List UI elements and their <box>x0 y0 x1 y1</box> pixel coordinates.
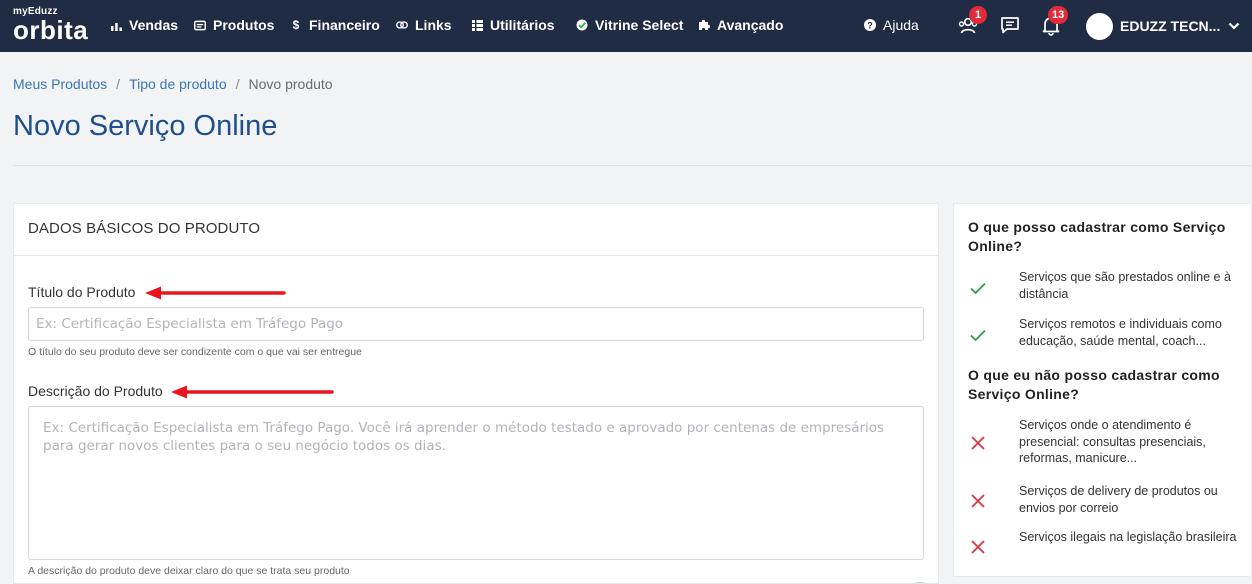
link-icon <box>396 19 408 31</box>
product-title-label: Título do Produto <box>28 284 136 300</box>
can-item-text: Serviços remotos e individuais como educ… <box>1019 317 1222 348</box>
messages-button[interactable] <box>999 14 1021 36</box>
cannot-item-text: Serviços ilegais na legislação brasileir… <box>1019 530 1237 544</box>
nav-vitrine-select[interactable]: Vitrine Select <box>576 16 683 34</box>
nav-produtos-label: Produtos <box>213 17 275 33</box>
bar-chart-icon <box>110 19 122 31</box>
breadcrumb: Meus Produtos / Tipo de produto / Novo p… <box>13 76 333 92</box>
breadcrumb-current: Novo produto <box>248 76 333 92</box>
grid-list-icon <box>471 19 483 31</box>
affiliates-badge: 1 <box>969 6 987 24</box>
check-badge-icon <box>576 19 588 31</box>
basic-data-card: DADOS BÁSICOS DO PRODUTO Título do Produ… <box>13 203 939 584</box>
check-icon <box>968 278 988 298</box>
nav-utilitarios[interactable]: Utilitários <box>471 16 555 34</box>
breadcrumb-meus-produtos[interactable]: Meus Produtos <box>13 76 107 92</box>
product-title-help: O título do seu produto deve ser condize… <box>28 346 362 358</box>
service-info-panel: O que posso cadastrar como Serviço Onlin… <box>953 203 1252 577</box>
nav-links-label: Links <box>415 17 452 33</box>
annotation-arrow-title <box>145 286 286 300</box>
top-navbar: myEduzz orbita Vendas Produtos $ Finance… <box>0 0 1252 52</box>
dollar-icon: $ <box>292 18 300 32</box>
annotation-arrow-description <box>171 385 334 399</box>
user-menu[interactable]: EDUZZ TECN... <box>1086 12 1240 40</box>
nav-avancado[interactable]: Avançado <box>698 16 783 34</box>
avatar <box>1086 12 1113 40</box>
svg-text:?: ? <box>867 21 873 31</box>
nav-utilitarios-label: Utilitários <box>490 17 555 33</box>
breadcrumb-separator: / <box>116 76 121 92</box>
cross-icon <box>968 491 988 511</box>
page-title: Novo Serviço Online <box>13 110 278 142</box>
product-description-textarea[interactable] <box>28 406 924 560</box>
nav-avancado-label: Avançado <box>717 17 784 33</box>
cannot-register-title: O que eu não posso cadastrar como Serviç… <box>968 367 1220 402</box>
nav-vendas[interactable]: Vendas <box>110 16 178 34</box>
logo-text: orbita <box>13 15 89 45</box>
cross-icon <box>968 537 988 557</box>
nav-financeiro-label: Financeiro <box>309 17 380 33</box>
notifications-button[interactable]: 13 <box>1040 6 1069 36</box>
nav-vendas-label: Vendas <box>129 17 179 33</box>
help-link[interactable]: ? Ajuda <box>864 16 919 34</box>
cannot-item-text: Serviços onde o atendimento é presencial… <box>1019 418 1206 465</box>
can-register-title: O que posso cadastrar como Serviço Onlin… <box>968 219 1226 254</box>
nav-financeiro[interactable]: $ Financeiro <box>290 16 380 34</box>
divider <box>13 165 1252 166</box>
product-title-input[interactable] <box>28 307 924 341</box>
breadcrumb-tipo-de-produto[interactable]: Tipo de produto <box>129 76 227 92</box>
nav-produtos[interactable]: Produtos <box>194 16 274 34</box>
user-name: EDUZZ TECN... <box>1120 18 1221 34</box>
chevron-down-icon <box>1229 22 1240 30</box>
puzzle-icon <box>698 19 710 31</box>
card-header: DADOS BÁSICOS DO PRODUTO <box>14 204 938 256</box>
chat-icon <box>1001 17 1019 34</box>
orbita-logo[interactable]: myEduzz orbita <box>13 6 93 46</box>
check-icon <box>968 325 988 345</box>
product-description-label: Descrição do Produto <box>28 383 163 399</box>
nav-links[interactable]: Links <box>396 16 452 34</box>
product-card-icon <box>194 19 206 31</box>
question-circle-icon: ? <box>864 19 876 31</box>
section-title: DADOS BÁSICOS DO PRODUTO <box>28 220 261 237</box>
affiliates-button[interactable]: 1 <box>957 6 987 36</box>
nav-vitrine-select-label: Vitrine Select <box>595 17 684 33</box>
cannot-item-text: Serviços de delivery de produtos ou envi… <box>1019 484 1218 515</box>
breadcrumb-separator: / <box>235 76 240 92</box>
help-label: Ajuda <box>883 17 919 33</box>
cross-icon <box>968 433 988 453</box>
product-description-help: A descrição do produto deve deixar claro… <box>28 565 350 577</box>
notifications-badge: 13 <box>1048 6 1069 24</box>
can-item-text: Serviços que são prestados online e à di… <box>1019 270 1231 301</box>
